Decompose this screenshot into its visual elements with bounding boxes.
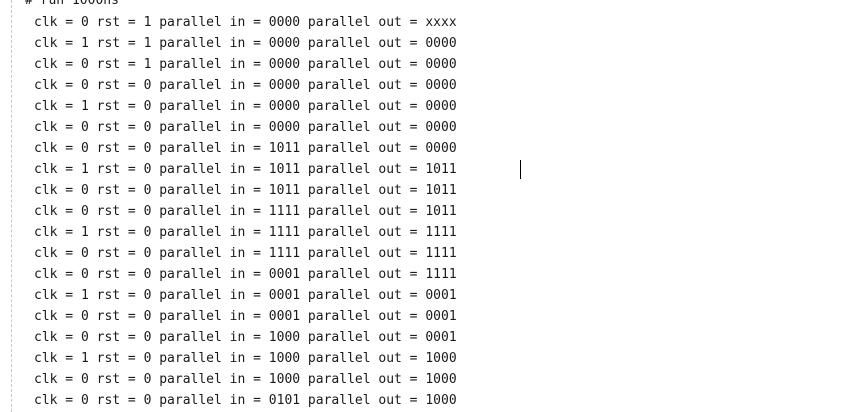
console-line: clk = 0 rst = 1 parallel in = 0000 paral… xyxy=(34,57,457,72)
console-line: clk = 1 rst = 0 parallel in = 1011 paral… xyxy=(34,162,457,177)
console-line: clk = 0 rst = 0 parallel in = 0101 paral… xyxy=(34,393,457,408)
gutter-guide-line xyxy=(11,0,12,412)
console-line: clk = 0 rst = 1 parallel in = 0000 paral… xyxy=(34,15,457,30)
console-line: clk = 0 rst = 0 parallel in = 1011 paral… xyxy=(34,183,457,198)
console-line: clk = 0 rst = 0 parallel in = 1111 paral… xyxy=(34,204,457,219)
console-line: clk = 1 rst = 0 parallel in = 1000 paral… xyxy=(34,351,457,366)
console-line: clk = 0 rst = 0 parallel in = 1000 paral… xyxy=(34,330,457,345)
text-cursor xyxy=(520,160,521,179)
console-line: clk = 0 rst = 0 parallel in = 0001 paral… xyxy=(34,267,457,282)
console-header-line: # run 1000ns xyxy=(25,0,119,8)
console-line: clk = 0 rst = 0 parallel in = 0000 paral… xyxy=(34,78,457,93)
console-line: clk = 1 rst = 1 parallel in = 0000 paral… xyxy=(34,36,457,51)
console-line: clk = 1 rst = 0 parallel in = 0001 paral… xyxy=(34,288,457,303)
console-line: clk = 0 rst = 0 parallel in = 1111 paral… xyxy=(34,246,457,261)
console-line: clk = 1 rst = 0 parallel in = 1111 paral… xyxy=(34,225,457,240)
console-line: clk = 0 rst = 0 parallel in = 0000 paral… xyxy=(34,120,457,135)
console-line: clk = 0 rst = 0 parallel in = 1000 paral… xyxy=(34,372,457,387)
console-line: clk = 1 rst = 0 parallel in = 0000 paral… xyxy=(34,99,457,114)
simulation-console-output[interactable]: # run 1000ns clk = 0 rst = 1 parallel in… xyxy=(0,0,858,412)
console-line: clk = 0 rst = 0 parallel in = 0001 paral… xyxy=(34,309,457,324)
console-line: clk = 0 rst = 0 parallel in = 1011 paral… xyxy=(34,141,457,156)
